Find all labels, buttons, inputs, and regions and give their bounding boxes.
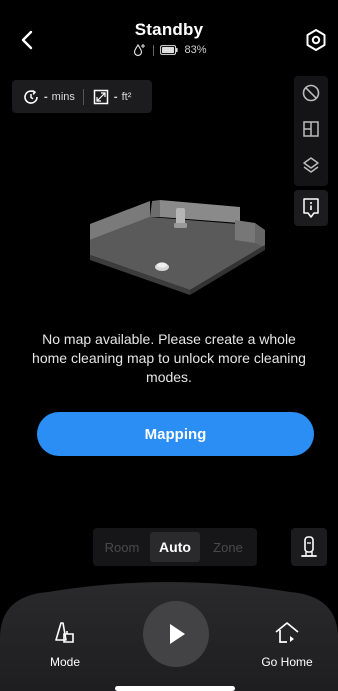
robot-dock-icon[interactable] xyxy=(291,528,327,566)
time-unit: mins xyxy=(51,90,75,103)
battery-percent: 83% xyxy=(184,44,207,56)
mode-option-auto[interactable]: Auto xyxy=(150,532,200,562)
play-icon xyxy=(163,621,189,647)
message-line-1: No map available. Please create a whole xyxy=(42,331,296,347)
settings-icon[interactable] xyxy=(302,26,330,54)
layers-icon[interactable] xyxy=(294,150,328,180)
area-frame-icon xyxy=(92,88,110,106)
cleaning-stats-chip: - mins - ft² xyxy=(12,80,152,113)
3d-room-map-illustration xyxy=(80,195,270,300)
mapping-button[interactable]: Mapping xyxy=(37,412,314,456)
message-line-3: modes. xyxy=(146,369,192,385)
cleaning-mode-selector: Room Auto Zone xyxy=(93,528,257,566)
time-value: - xyxy=(44,90,48,103)
water-drop-icon xyxy=(131,42,147,58)
mode-option-zone[interactable]: Zone xyxy=(203,532,253,562)
home-indicator xyxy=(115,686,235,691)
go-home-label: Go Home xyxy=(261,655,313,669)
page-title: Standby xyxy=(134,20,204,39)
room-split-icon[interactable] xyxy=(294,114,328,144)
go-home-icon xyxy=(273,620,301,646)
clock-refresh-icon xyxy=(22,88,40,106)
no-go-zone-icon[interactable] xyxy=(294,78,328,108)
start-cleaning-button[interactable] xyxy=(143,601,209,667)
mode-label: Mode xyxy=(49,655,81,669)
area-unit: ft² xyxy=(121,90,132,103)
stats-divider xyxy=(82,88,84,105)
no-map-message: No map available. Please create a whole … xyxy=(20,330,318,387)
mode-option-room[interactable]: Room xyxy=(97,532,147,562)
area-value: - xyxy=(113,90,118,103)
mode-cleaner-icon xyxy=(52,620,78,646)
mode-button[interactable]: Mode xyxy=(40,620,90,669)
map-tool-rail xyxy=(294,76,328,186)
message-line-2: home cleaning map to unlock more cleanin… xyxy=(32,350,306,366)
info-icon[interactable] xyxy=(294,190,328,226)
go-home-button[interactable]: Go Home xyxy=(252,620,322,669)
status-row: 83% xyxy=(0,42,338,58)
battery-icon xyxy=(160,45,179,55)
status-divider xyxy=(153,44,155,56)
